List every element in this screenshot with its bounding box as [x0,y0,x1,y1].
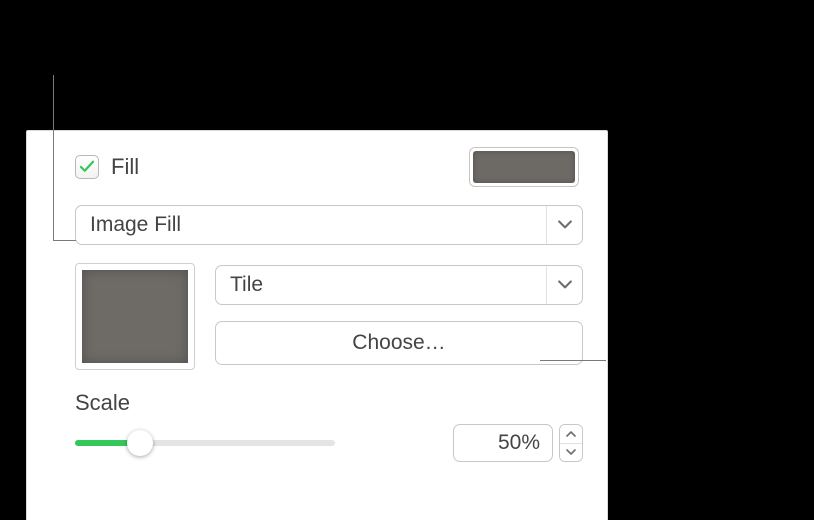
image-mode-dropdown[interactable]: Tile [215,265,583,305]
fill-checkbox-group: Fill [75,154,139,180]
fill-panel: Fill Image Fill Tile [26,130,608,520]
choose-button-label: Choose… [352,331,445,355]
callout-line [540,360,606,361]
scale-slider[interactable] [75,428,335,458]
fill-image-thumbnail[interactable] [75,263,195,370]
scale-input[interactable]: 50% [453,424,553,462]
callout-line [53,75,54,241]
stepper-up-button[interactable] [560,425,582,444]
fill-type-value: Image Fill [90,213,181,237]
chevron-down-icon [566,448,576,456]
fill-image-preview [82,270,188,363]
fill-type-dropdown[interactable]: Image Fill [75,205,583,245]
fill-color-well[interactable] [469,147,579,187]
chevron-down-icon [546,206,582,244]
choose-image-button[interactable]: Choose… [215,321,583,365]
image-mode-value: Tile [230,273,263,297]
scale-stepper [559,424,583,462]
chevron-up-icon [566,430,576,438]
checkmark-icon [78,158,96,176]
fill-header-row: Fill [57,147,583,187]
callout-line [53,240,76,241]
slider-thumb[interactable] [127,430,153,456]
fill-label: Fill [111,154,139,180]
fill-checkbox[interactable] [75,155,99,179]
scale-label: Scale [57,390,583,416]
scale-value-group: 50% [453,424,583,462]
scale-value-text: 50% [498,431,540,455]
chevron-down-icon [546,266,582,304]
fill-color-swatch [473,151,575,183]
stepper-down-button[interactable] [560,444,582,462]
